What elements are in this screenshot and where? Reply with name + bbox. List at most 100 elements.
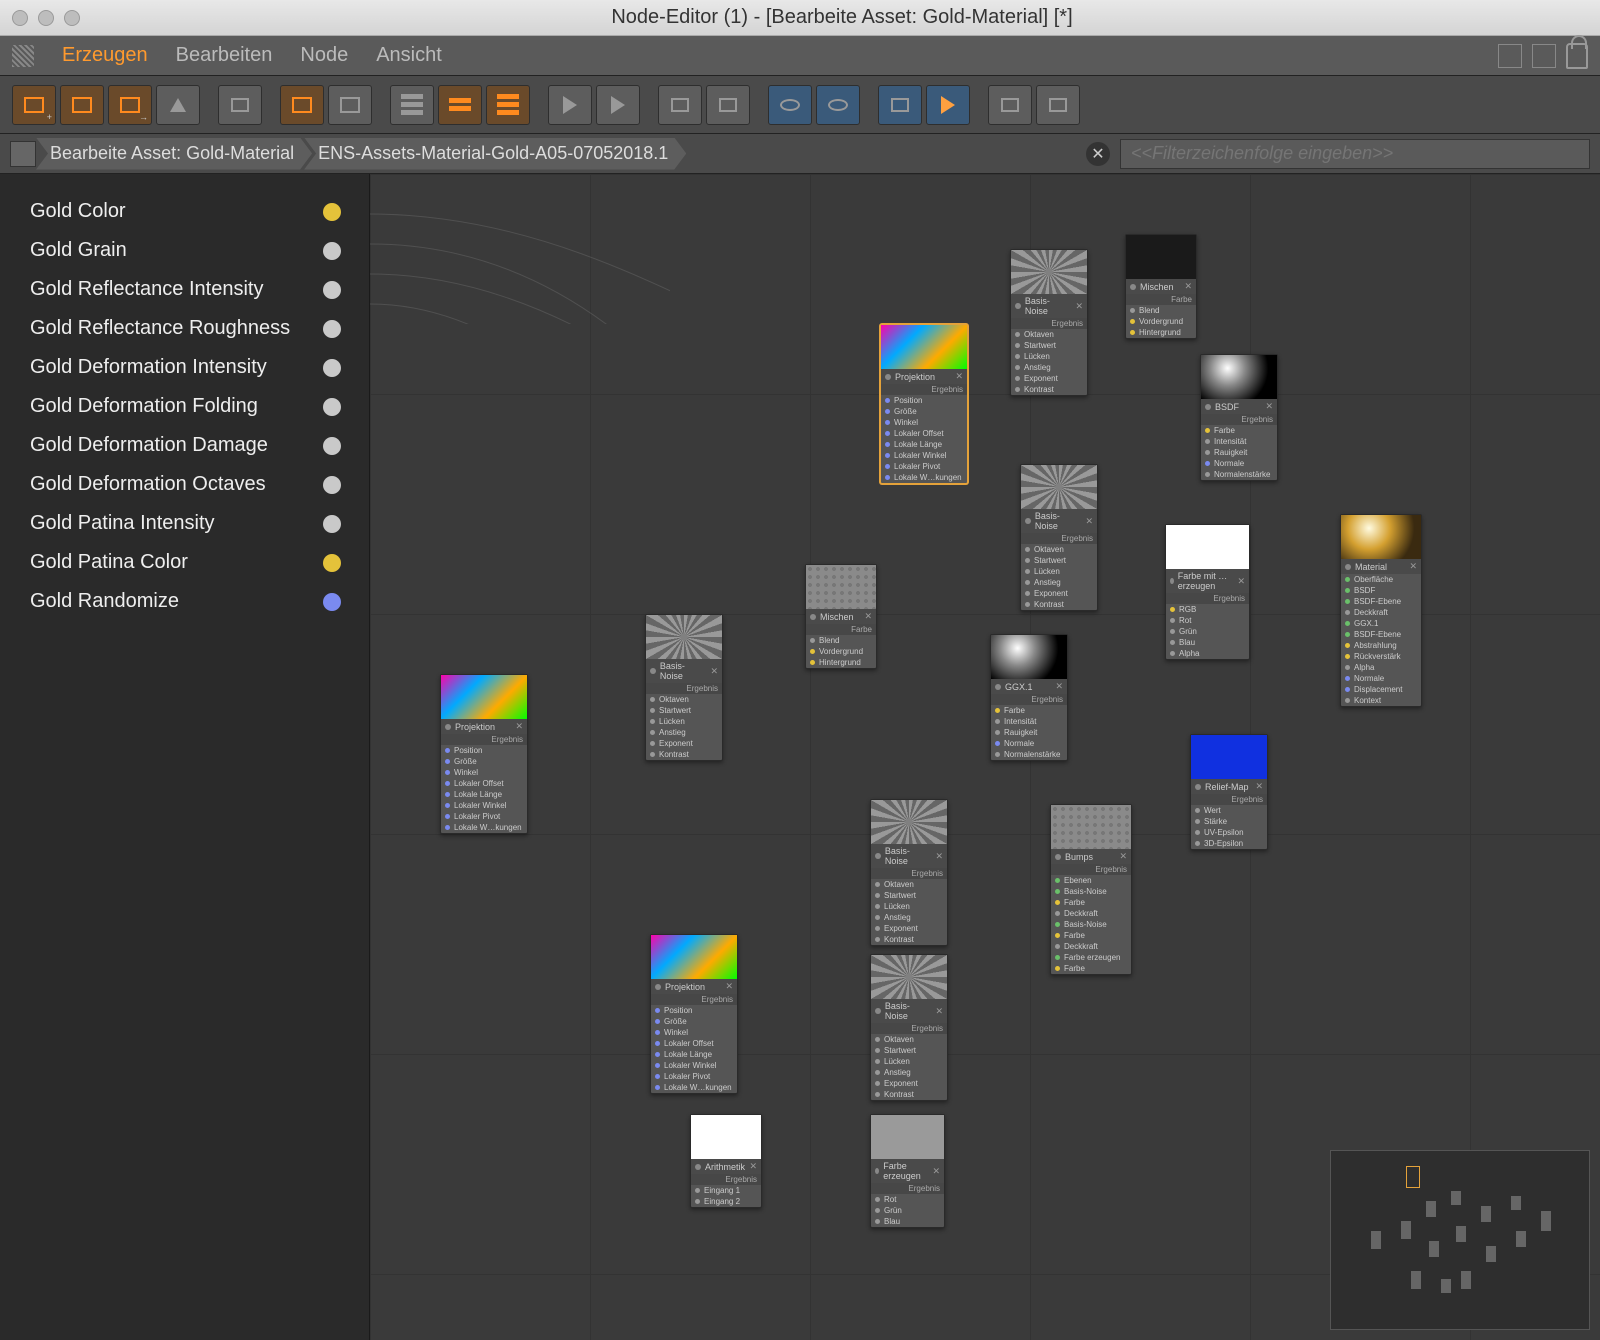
swatch-icon: [323, 281, 341, 299]
node-ggx[interactable]: GGX.1✕ Ergebnis Farbe Intensität Rauigke…: [990, 634, 1068, 761]
node-material[interactable]: Material✕ Oberfläche BSDF BSDF-Ebene Dec…: [1340, 514, 1422, 707]
tool-rows-grey[interactable]: [390, 85, 434, 125]
sidebar-item-label: Gold Randomize: [30, 590, 179, 613]
node-title: Relief-Map: [1205, 782, 1249, 792]
node-farbe-erzeugen[interactable]: Farbe erzeugen✕ Ergebnis Rot Grün Blau: [870, 1114, 945, 1228]
sidebar-item-refl-intensity[interactable]: Gold Reflectance Intensity: [30, 270, 369, 309]
node-title: Bumps: [1065, 852, 1093, 862]
tool-preview-brush[interactable]: [926, 85, 970, 125]
menu-node[interactable]: Node: [300, 44, 348, 67]
node-thumb: [1191, 735, 1267, 779]
minimap[interactable]: [1330, 1150, 1590, 1330]
node-projektion-3[interactable]: Projektion✕ Ergebnis Position Größe Wink…: [650, 934, 738, 1094]
sidebar-item-deform-damage[interactable]: Gold Deformation Damage: [30, 426, 369, 465]
menu-erzeugen[interactable]: Erzeugen: [62, 44, 148, 67]
swatch-icon: [323, 359, 341, 377]
node-section: Ergebnis: [881, 384, 967, 395]
sidebar-item-label: Gold Patina Intensity: [30, 512, 215, 535]
tool-arrange-1[interactable]: [988, 85, 1032, 125]
tool-rows-mid[interactable]: [438, 85, 482, 125]
breadcrumb-close-icon[interactable]: ✕: [1086, 142, 1110, 166]
tool-select-add[interactable]: +: [12, 85, 56, 125]
tool-snap[interactable]: [816, 85, 860, 125]
node-basisnoise-5[interactable]: Basis-Noise✕ Ergebnis Oktaven Startwert …: [870, 954, 948, 1101]
tool-play-2[interactable]: [596, 85, 640, 125]
node-farbe-mit-erzeugen[interactable]: Farbe mit … erzeugen✕ Ergebnis RGB Rot G…: [1165, 524, 1250, 660]
tool-triangle[interactable]: [156, 85, 200, 125]
panel-layout-1-icon[interactable]: [1498, 44, 1522, 68]
swatch-icon: [323, 203, 341, 221]
tool-frame-view[interactable]: [768, 85, 812, 125]
node-mischen-2[interactable]: Mischen✕ Farbe Blend Vordergrund Hinterg…: [805, 564, 877, 669]
tool-select-out[interactable]: →: [108, 85, 152, 125]
node-title: Projektion: [455, 722, 495, 732]
breadcrumb-1[interactable]: Bearbeite Asset: Gold-Material: [36, 138, 312, 170]
zoom-window-icon[interactable]: [64, 10, 80, 26]
node-title: BSDF: [1215, 402, 1239, 412]
menu-bearbeiten[interactable]: Bearbeiten: [176, 44, 273, 67]
node-mischen-1[interactable]: Mischen✕ Farbe Blend Vordergrund Hinterg…: [1125, 234, 1197, 339]
node-bumps[interactable]: Bumps✕ Ergebnis Ebenen Basis-Noise Farbe…: [1050, 804, 1132, 975]
node-title: Basis-Noise: [1025, 296, 1072, 316]
sidebar-item-gold-color[interactable]: Gold Color: [30, 192, 369, 231]
node-thumb: [806, 565, 876, 609]
node-title: Projektion: [895, 372, 935, 382]
panel-layout-2-icon[interactable]: [1532, 44, 1556, 68]
tool-play[interactable]: [548, 85, 592, 125]
tool-duplicate[interactable]: [280, 85, 324, 125]
sidebar-item-patina-intensity[interactable]: Gold Patina Intensity: [30, 504, 369, 543]
tool-preview-arrow[interactable]: [878, 85, 922, 125]
sidebar-item-refl-roughness[interactable]: Gold Reflectance Roughness: [30, 309, 369, 348]
node-basisnoise-4[interactable]: Basis-Noise✕ Ergebnis Oktaven Startwert …: [870, 799, 948, 946]
nav-home-icon[interactable]: [10, 141, 36, 167]
node-bsdf[interactable]: BSDF✕ Ergebnis Farbe Intensität Rauigkei…: [1200, 354, 1278, 481]
tool-import[interactable]: [218, 85, 262, 125]
node-basisnoise-3[interactable]: Basis-Noise✕ Ergebnis Oktaven Startwert …: [1020, 464, 1098, 611]
sidebar-item-label: Gold Reflectance Intensity: [30, 278, 263, 301]
node-thumb: [1126, 235, 1196, 279]
node-title: Basis-Noise: [660, 661, 707, 681]
tool-link[interactable]: [706, 85, 750, 125]
node-canvas[interactable]: Projektion✕ Ergebnis Position Größe Wink…: [370, 174, 1600, 1340]
sidebar-item-deform-folding[interactable]: Gold Deformation Folding: [30, 387, 369, 426]
swatch-icon: [323, 437, 341, 455]
node-thumb: [1051, 805, 1131, 849]
lock-icon[interactable]: [1566, 43, 1588, 69]
tool-split[interactable]: [328, 85, 372, 125]
swatch-icon: [323, 515, 341, 533]
node-thumb: [1201, 355, 1277, 399]
tool-arrange-2[interactable]: [1036, 85, 1080, 125]
tool-unlink[interactable]: [658, 85, 702, 125]
sidebar-item-randomize[interactable]: Gold Randomize: [30, 582, 369, 621]
menu-bar: Erzeugen Bearbeiten Node Ansicht: [0, 36, 1600, 76]
sidebar-item-label: Gold Reflectance Roughness: [30, 317, 290, 340]
breadcrumb-2[interactable]: ENS-Assets-Material-Gold-A05-07052018.1: [304, 138, 686, 170]
node-projektion-2[interactable]: Projektion✕ Ergebnis Position Größe Wink…: [440, 674, 528, 834]
node-thumb: [871, 955, 947, 999]
sidebar-item-deform-octaves[interactable]: Gold Deformation Octaves: [30, 465, 369, 504]
node-title: GGX.1: [1005, 682, 1033, 692]
sidebar-item-label: Gold Deformation Folding: [30, 395, 258, 418]
sidebar-item-deform-intensity[interactable]: Gold Deformation Intensity: [30, 348, 369, 387]
node-title: Basis-Noise: [885, 1001, 932, 1021]
node-basisnoise-2[interactable]: Basis-Noise✕ Ergebnis Oktaven Startwert …: [645, 614, 723, 761]
node-projektion-1[interactable]: Projektion✕ Ergebnis Position Größe Wink…: [880, 324, 968, 484]
tool-select-in[interactable]: [60, 85, 104, 125]
menu-ansicht[interactable]: Ansicht: [376, 44, 442, 67]
filter-input[interactable]: [1120, 139, 1590, 169]
node-thumb: [1011, 250, 1087, 294]
tool-rows-full[interactable]: [486, 85, 530, 125]
node-thumb: [991, 635, 1067, 679]
node-thumb: [871, 800, 947, 844]
close-window-icon[interactable]: [12, 10, 28, 26]
node-title: Mischen: [1140, 282, 1174, 292]
minimize-window-icon[interactable]: [38, 10, 54, 26]
node-thumb: [651, 935, 737, 979]
node-thumb: [441, 675, 527, 719]
node-arithmetik[interactable]: Arithmetik✕ Ergebnis Eingang 1 Eingang 2: [690, 1114, 762, 1208]
node-basisnoise-1[interactable]: Basis-Noise✕ Ergebnis Oktaven Startwert …: [1010, 249, 1088, 396]
sidebar-item-gold-grain[interactable]: Gold Grain: [30, 231, 369, 270]
app-grid-icon[interactable]: [12, 45, 34, 67]
sidebar-item-patina-color[interactable]: Gold Patina Color: [30, 543, 369, 582]
node-relief-map[interactable]: Relief-Map✕ Ergebnis Wert Stärke UV-Epsi…: [1190, 734, 1268, 850]
